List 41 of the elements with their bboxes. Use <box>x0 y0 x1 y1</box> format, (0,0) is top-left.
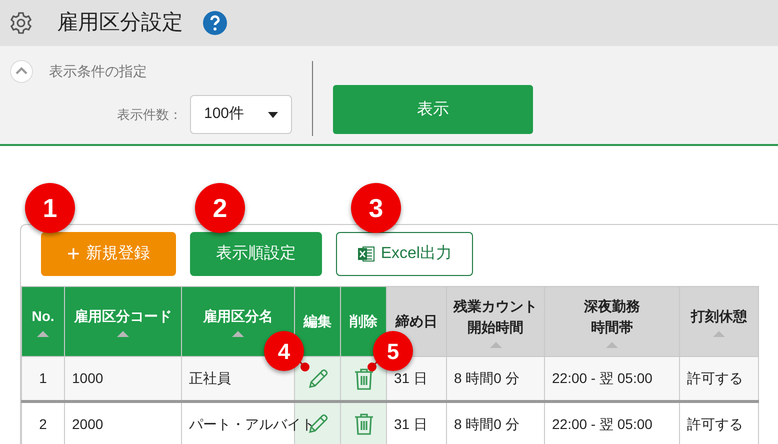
table-cell: 許可する <box>687 370 743 386</box>
callout-marker: 1 <box>25 183 75 233</box>
trash-icon[interactable] <box>352 366 374 390</box>
collapse-icon[interactable] <box>10 60 33 83</box>
trash-icon[interactable] <box>352 412 374 436</box>
caret-icon <box>268 112 278 118</box>
help-icon[interactable] <box>203 11 227 35</box>
column-header[interactable]: No. <box>22 286 64 356</box>
table-cell: 許可する <box>687 416 743 432</box>
order-button[interactable]: 表示順設定 <box>190 232 322 276</box>
table-cell: 31 日 <box>394 370 428 386</box>
table-cell: 8 時間0 分 <box>454 416 520 432</box>
settings-icon[interactable] <box>9 11 33 35</box>
table-cell: 2000 <box>72 416 104 432</box>
table-cell: 31 日 <box>394 416 428 432</box>
excel-export-button[interactable]: Excel出力 <box>336 232 473 276</box>
column-header[interactable]: 打刻休憩 <box>680 286 758 356</box>
count-label: 表示件数： <box>117 106 182 124</box>
show-button[interactable]: 表示 <box>333 85 533 134</box>
sort-icon[interactable] <box>37 331 49 337</box>
column-header: 編集 <box>294 286 340 356</box>
callout-marker: 2 <box>195 183 245 233</box>
column-header[interactable]: 雇用区分コード <box>64 286 182 356</box>
count-select[interactable]: 100件 <box>190 95 292 134</box>
table-cell: 22:00 - 翌 05:00 <box>552 416 652 432</box>
page-title: 雇用区分設定 <box>57 10 183 36</box>
table-cell: パート・アルバイト <box>189 416 315 432</box>
conditions-title: 表示条件の指定 <box>49 62 147 81</box>
column-header[interactable]: 残業カウント 開始時間 <box>446 286 544 356</box>
new-button[interactable]: + 新規登録 <box>41 232 176 276</box>
table-cell: 1000 <box>72 370 104 386</box>
sort-icon[interactable] <box>232 331 244 337</box>
spreadsheet-icon <box>356 245 375 263</box>
callout-marker: 3 <box>351 183 401 233</box>
column-header[interactable]: 深夜勤務 時間帯 <box>544 286 680 356</box>
table-cell: 1 <box>39 370 47 386</box>
table-cell: 正社員 <box>189 370 231 386</box>
table-cell: 22:00 - 翌 05:00 <box>552 370 652 386</box>
table-cell: 2 <box>39 416 47 432</box>
table-cell: 8 時間0 分 <box>454 370 520 386</box>
sort-icon[interactable] <box>117 331 129 337</box>
